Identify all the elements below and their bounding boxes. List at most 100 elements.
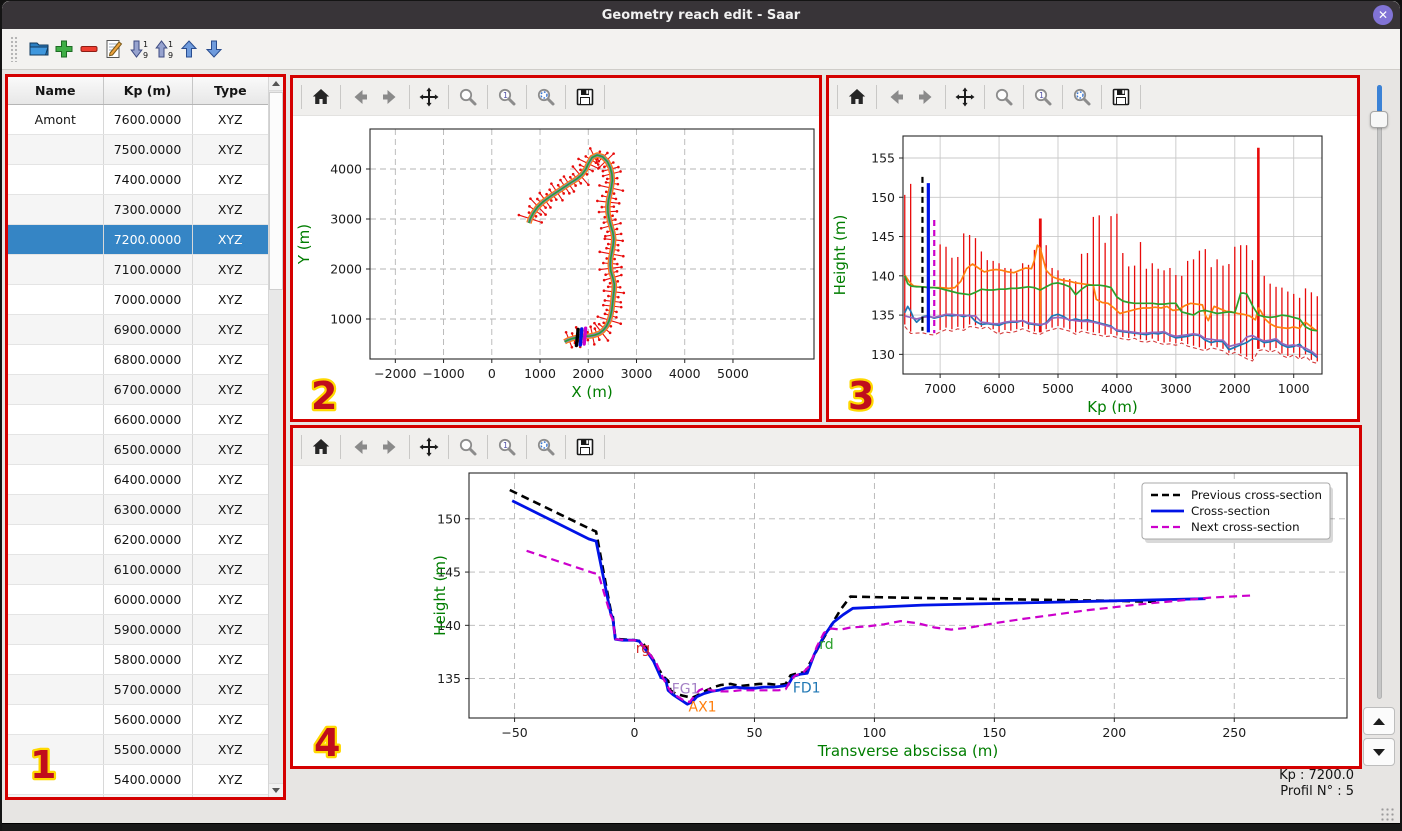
table-scrollbar[interactable] [268,77,283,797]
back-button[interactable] [345,432,375,462]
table-cell[interactable]: XYZ [192,314,268,345]
scrollbar-thumb[interactable] [269,92,283,290]
table-row[interactable]: 7300.0000 XYZ [8,194,268,225]
table-cell[interactable]: 5900.0000 [103,614,193,645]
table-cell[interactable]: XYZ [192,164,268,195]
table-row[interactable]: 7000.0000 XYZ [8,284,268,315]
pan-button[interactable] [414,432,444,462]
table-cell[interactable]: 6600.0000 [103,404,193,435]
open-file-button[interactable] [26,34,51,64]
table-cell[interactable]: XYZ [192,224,268,255]
sort-descending-button[interactable]: 19 [151,34,176,64]
table-cell[interactable]: 6200.0000 [103,524,193,555]
table-cell[interactable]: XYZ [192,704,268,735]
zoom-button[interactable] [989,82,1019,112]
table-cell[interactable]: 7200.0000 [103,224,193,255]
pan-button[interactable] [950,82,980,112]
table-cell[interactable] [8,494,104,525]
table-row[interactable]: 7200.0000 XYZ [8,224,268,255]
zoom-selection-button[interactable] [531,432,561,462]
table-cell[interactable] [8,584,104,615]
table-row[interactable]: 6900.0000 XYZ [8,314,268,345]
table-row[interactable]: 6000.0000 XYZ [8,584,268,615]
table-cell[interactable]: 7300.0000 [103,194,193,225]
table-row[interactable]: 6800.0000 XYZ [8,344,268,375]
table-cell[interactable]: 6100.0000 [103,554,193,585]
table-row[interactable]: 5600.0000 XYZ [8,704,268,735]
zoom-original-button[interactable]: 1 [492,82,522,112]
table-cell[interactable] [8,224,104,255]
table-cell[interactable]: 6000.0000 [103,584,193,615]
table-cell[interactable] [8,404,104,435]
table-cell[interactable] [8,314,104,345]
table-cell[interactable]: XYZ [192,374,268,405]
table-cell[interactable] [8,284,104,315]
table-cell[interactable]: XYZ [192,434,268,465]
home-button[interactable] [306,432,336,462]
zoom-selection-button[interactable] [1067,82,1097,112]
table-cell[interactable]: 5800.0000 [103,644,193,675]
table-cell[interactable]: 6400.0000 [103,464,193,495]
forward-button[interactable] [375,432,405,462]
titlebar[interactable]: Geometry reach edit - Saar ✕ [2,1,1400,29]
zoom-original-button[interactable]: 1 [1028,82,1058,112]
table-cell[interactable]: XYZ [192,404,268,435]
toolbar-drag-handle[interactable] [10,36,18,62]
table-cell[interactable]: 6300.0000 [103,494,193,525]
resize-grip[interactable] [1380,807,1394,821]
add-row-button[interactable] [51,34,76,64]
table-cell[interactable]: XYZ [192,584,268,615]
save-figure-button[interactable] [570,432,600,462]
table-row[interactable]: 5900.0000 XYZ [8,614,268,645]
column-header-name[interactable]: Name [8,77,104,105]
sort-ascending-button[interactable]: 19 [126,34,151,64]
table-cell[interactable] [8,434,104,465]
table-row[interactable]: 5300.0000XYZ [8,794,268,797]
table-cell[interactable]: 5300.0000 [103,794,193,797]
table-cell[interactable]: 7100.0000 [103,254,193,285]
profile-canvas[interactable]: 7000 6000 5000 4000 3000 2000 1000 130 135 140 145… [829,116,1357,419]
table-cell[interactable]: XYZ [192,794,268,797]
table-cell[interactable] [8,614,104,645]
table-cell[interactable]: 5400.0000 [103,764,193,795]
table-cell[interactable]: XYZ [192,554,268,585]
table-cell[interactable] [8,194,104,225]
zoom-button[interactable] [453,432,483,462]
table-cell[interactable]: XYZ [192,614,268,645]
table-cell[interactable] [8,464,104,495]
pan-button[interactable] [414,82,444,112]
table-cell[interactable]: 6900.0000 [103,314,193,345]
table-cell[interactable]: XYZ [192,464,268,495]
save-figure-button[interactable] [570,82,600,112]
table-cell[interactable]: 6800.0000 [103,344,193,375]
table-cell[interactable]: XYZ [192,194,268,225]
table-cell[interactable] [8,524,104,555]
cross-section-canvas[interactable]: rg FG1 AX1 FD1 rd Previous cross-section Cross… [293,466,1359,766]
forward-button[interactable] [375,82,405,112]
back-button[interactable] [345,82,375,112]
table-cell[interactable]: 7600.0000 [103,104,193,135]
table-cell[interactable] [8,644,104,675]
table-row[interactable]: 7500.0000 XYZ [8,134,268,165]
table-cell[interactable] [8,764,104,795]
table-row[interactable]: 6500.0000 XYZ [8,434,268,465]
table-cell[interactable]: XYZ [192,344,268,375]
table-row[interactable]: 7100.0000 XYZ [8,254,268,285]
close-button[interactable]: ✕ [1373,5,1393,25]
table-row[interactable]: 5400.0000 XYZ [8,764,268,795]
table-cell[interactable] [8,704,104,735]
back-button[interactable] [881,82,911,112]
table-cell[interactable]: XYZ [192,524,268,555]
table-row[interactable]: 6100.0000 XYZ [8,554,268,585]
table-cell[interactable]: 7000.0000 [103,284,193,315]
table-cell[interactable] [8,554,104,585]
table-cell[interactable]: XYZ [192,734,268,765]
table-cell[interactable] [8,374,104,405]
profile-slider[interactable] [1368,85,1390,699]
table-row[interactable]: 6600.0000 XYZ [8,404,268,435]
table-row[interactable]: 6300.0000 XYZ [8,494,268,525]
table-cell[interactable]: XYZ [192,284,268,315]
zoom-original-button[interactable]: 1 [492,432,522,462]
table-cell[interactable] [8,734,104,765]
table-cell[interactable]: XYZ [192,674,268,705]
